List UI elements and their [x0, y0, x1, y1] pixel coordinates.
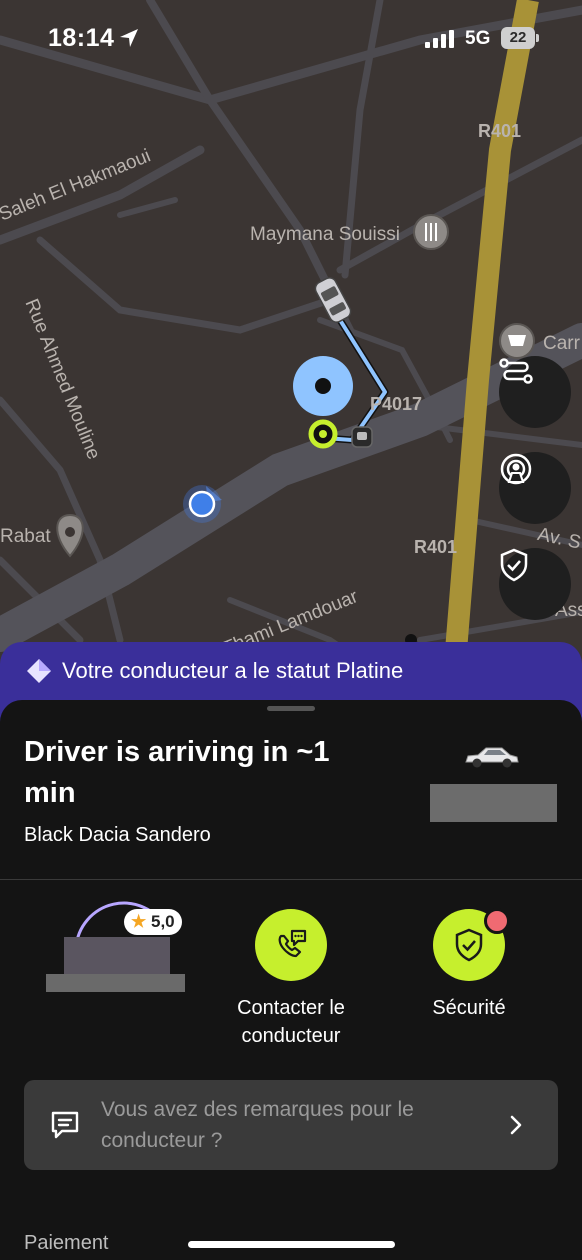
- location-pin-icon: [56, 513, 84, 558]
- driver-name-redacted: [46, 974, 185, 992]
- status-time: 18:14: [48, 24, 115, 52]
- trip-bottom-sheet: Driver is arriving in ~1 min Black Dacia…: [0, 700, 582, 1260]
- road-number: R401: [414, 537, 458, 557]
- status-bar: 18:14 5G 22: [0, 0, 582, 78]
- location-arrow-icon: [120, 29, 138, 47]
- license-plate-redacted: [430, 784, 557, 822]
- poi-label: Maymana Souissi: [250, 224, 400, 245]
- map-canvas: [0, 0, 582, 700]
- signal-icon: [425, 30, 454, 48]
- phone-chat-icon: [278, 929, 307, 958]
- network-type: 5G: [465, 28, 491, 49]
- map-view[interactable]: Saleh El Hakmaoui Maymana Souissi Rue Ah…: [0, 0, 582, 700]
- road-number: P4017: [370, 394, 423, 414]
- road-number: R401: [478, 121, 522, 141]
- star-icon: ★: [131, 912, 147, 931]
- poi-label: Rabat: [0, 526, 51, 547]
- broadcast-icon: [500, 453, 532, 485]
- poi-label: Carr: [543, 333, 580, 354]
- driver-rating: 5,0: [150, 912, 175, 931]
- contact-driver-label: Contacter le conducteur: [237, 997, 345, 1047]
- share-trip-button[interactable]: [499, 452, 571, 524]
- battery-icon: 22: [501, 27, 539, 49]
- car-description: Black Dacia Sandero: [24, 824, 211, 846]
- home-indicator[interactable]: [188, 1241, 395, 1248]
- safety-label: Sécurité: [432, 997, 506, 1019]
- message-icon: [51, 1111, 79, 1139]
- notification-dot: [484, 908, 510, 934]
- safety-button[interactable]: [499, 548, 571, 620]
- route-button[interactable]: [499, 356, 571, 428]
- shop-pin-icon: [499, 323, 535, 359]
- safety-shield-icon: [455, 928, 483, 962]
- chevron-right-icon: [510, 1115, 522, 1135]
- car-image: [465, 747, 519, 768]
- diamond-icon: [27, 659, 51, 683]
- restaurant-pin-icon: [413, 214, 449, 250]
- sheet-drag-handle[interactable]: [267, 706, 315, 711]
- rating-badge: ★ 5,0: [124, 909, 182, 935]
- feedback-placeholder: Vous avez des remarques pour le conducte…: [101, 1098, 414, 1152]
- divider: [0, 879, 582, 880]
- driver-status-text: Votre conducteur a le statut Platine: [62, 658, 404, 683]
- payment-section-title: Paiement: [24, 1232, 109, 1254]
- driver-feedback-input[interactable]: Vous avez des remarques pour le conducte…: [24, 1080, 558, 1170]
- arrival-title: Driver is arriving in ~1 min: [24, 736, 330, 809]
- route-icon: [499, 358, 533, 384]
- contact-driver-button[interactable]: [255, 909, 327, 981]
- shield-icon: [500, 548, 528, 582]
